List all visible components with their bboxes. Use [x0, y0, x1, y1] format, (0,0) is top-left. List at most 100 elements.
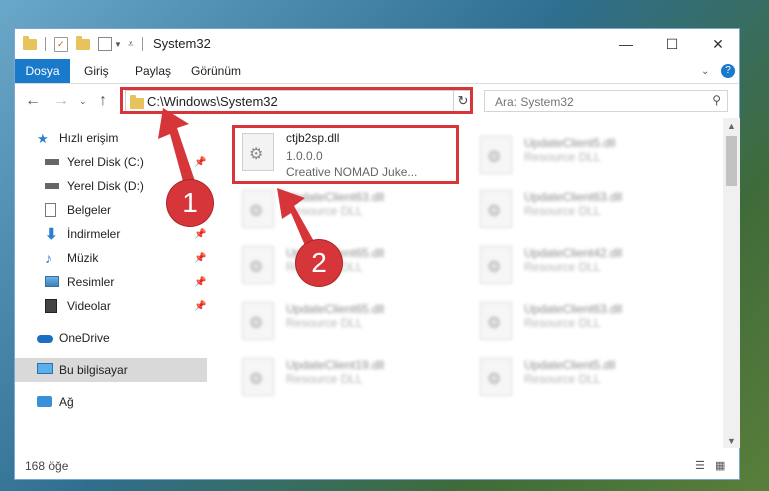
folder-icon[interactable] [23, 35, 37, 50]
sidebar-item-videos[interactable]: Videolar 📌 [15, 294, 207, 318]
maximize-button[interactable]: ☐ [649, 29, 695, 59]
pin-icon[interactable]: 📌 [194, 301, 206, 312]
file-item[interactable]: ⚙ UpdateClient65.dll Resource DLL [234, 294, 456, 350]
file-item[interactable]: ⚙ UpdateClient65.dll Resource DLL [234, 238, 456, 294]
sidebar-item-onedrive[interactable]: OneDrive [15, 326, 207, 350]
search-icon[interactable]: ⚲ [712, 93, 721, 107]
tab-file[interactable]: Dosya [15, 59, 70, 83]
large-icons-view-icon[interactable]: ▦ [715, 459, 729, 473]
sidebar-item-label: Yerel Disk (D:) [67, 179, 144, 193]
dll-file-icon: ⚙ [242, 358, 274, 396]
file-item[interactable]: ⚙ UpdateClient5.dll Resource DLL [472, 128, 694, 184]
vertical-scrollbar[interactable]: ▲ ▼ [723, 118, 740, 448]
chevron-down-icon[interactable]: ▼ [114, 40, 122, 49]
dll-file-icon: ⚙ [480, 246, 512, 284]
sidebar-item-network[interactable]: Ağ [15, 390, 207, 414]
minimize-button[interactable]: — [603, 29, 649, 59]
tab-share[interactable]: Paylaş [135, 59, 171, 83]
file-type: Resource DLL [524, 316, 601, 330]
file-type: Resource DLL [524, 150, 601, 164]
sidebar-item-label: Hızlı erişim [59, 131, 119, 145]
cloud-icon [37, 335, 53, 343]
scrollbar-thumb[interactable] [726, 136, 737, 186]
network-icon [37, 396, 52, 407]
tab-view[interactable]: Görünüm [191, 59, 241, 83]
search-box[interactable]: ⚲ [484, 90, 728, 112]
file-name: UpdateClient5.dll [524, 358, 616, 372]
sidebar-item-label: Yerel Disk (C:) [67, 155, 144, 169]
sidebar-item-label: Bu bilgisayar [59, 363, 128, 377]
file-name: UpdateClient63.dll [524, 190, 623, 204]
sidebar-item-downloads[interactable]: ⬇ İndirmeler 📌 [15, 222, 207, 246]
pin-icon[interactable]: 📌 [194, 253, 206, 264]
close-button[interactable]: ✕ [695, 29, 741, 59]
up-arrow-icon[interactable]: ↑ [99, 92, 107, 110]
dll-file-icon: ⚙ [480, 358, 512, 396]
dll-file-icon: ⚙ [242, 190, 274, 228]
sidebar-item-quick-access[interactable]: ★ Hızlı erişim [15, 126, 207, 150]
sidebar-item-this-pc[interactable]: Bu bilgisayar [15, 358, 207, 382]
file-type: Resource DLL [524, 372, 601, 386]
details-view-icon[interactable]: ☰ [695, 459, 709, 473]
file-name: UpdateClient19.dll [286, 358, 385, 372]
gear-icon: ⚙ [487, 315, 502, 332]
dll-file-icon: ⚙ [480, 302, 512, 340]
star-icon: ★ [37, 131, 49, 146]
pin-icon[interactable]: 📌 [194, 229, 206, 240]
file-name: UpdateClient63.dll [524, 302, 623, 316]
videos-icon [45, 299, 57, 313]
dll-file-icon: ⚙ [242, 302, 274, 340]
forward-arrow-icon[interactable]: → [53, 92, 69, 110]
file-item[interactable]: ⚙ UpdateClient63.dll Resource DLL [234, 182, 456, 238]
customize-toolbar-icon[interactable]: ⩡ [128, 39, 134, 50]
file-highlight-box [232, 125, 459, 184]
file-item[interactable]: ⚙ UpdateClient63.dll Resource DLL [472, 182, 694, 238]
file-item[interactable]: ⚙ UpdateClient42.dll Resource DLL [472, 238, 694, 294]
tab-home[interactable]: Giriş [84, 59, 109, 83]
gear-icon: ⚙ [249, 371, 264, 388]
new-folder-icon[interactable] [76, 35, 90, 50]
file-type: Resource DLL [286, 372, 363, 386]
gear-icon: ⚙ [249, 259, 264, 276]
file-type: Resource DLL [524, 204, 601, 218]
recent-locations-chevron-icon[interactable]: ⌄ [79, 96, 87, 107]
computer-icon [37, 363, 53, 374]
file-item[interactable]: ⚙ UpdateClient19.dll Resource DLL [234, 350, 456, 406]
step-badge-1: 1 [167, 180, 213, 226]
sidebar-item-label: Ağ [59, 395, 74, 409]
file-item[interactable]: ⚙ UpdateClient63.dll Resource DLL [472, 294, 694, 350]
scroll-down-icon[interactable]: ▼ [727, 436, 736, 446]
drive-icon [45, 159, 59, 165]
gear-icon: ⚙ [487, 259, 502, 276]
file-name: UpdateClient63.dll [286, 190, 385, 204]
download-icon: ⬇ [45, 226, 58, 243]
address-highlight-box [120, 87, 473, 114]
dll-file-icon: ⚙ [242, 246, 274, 284]
file-type: Resource DLL [286, 204, 363, 218]
file-item[interactable]: ⚙ UpdateClient5.dll Resource DLL [472, 350, 694, 406]
sidebar-item-label: Resimler [67, 275, 115, 289]
divider [45, 37, 46, 51]
expand-ribbon-icon[interactable]: ⌄ [701, 59, 709, 83]
gear-icon: ⚙ [249, 315, 264, 332]
documents-icon [45, 203, 56, 217]
sidebar-item-music[interactable]: ♪ Müzik 📌 [15, 246, 207, 270]
properties-icon[interactable]: ✓ [54, 36, 68, 52]
sidebar-item-label: Belgeler [67, 203, 112, 217]
navigation-pane: ★ Hızlı erişim Yerel Disk (C:) 📌 Yerel D… [15, 118, 207, 448]
sidebar-item-pictures[interactable]: Resimler 📌 [15, 270, 207, 294]
item-count: 168 öğe [25, 459, 69, 473]
sidebar-item-local-disk-c[interactable]: Yerel Disk (C:) 📌 [15, 150, 207, 174]
file-name: UpdateClient65.dll [286, 302, 385, 316]
dll-file-icon: ⚙ [480, 190, 512, 228]
back-arrow-icon[interactable]: ← [25, 92, 41, 110]
search-input[interactable] [493, 94, 697, 110]
pictures-icon [45, 276, 59, 287]
pin-icon[interactable]: 📌 [194, 277, 206, 288]
gear-icon: ⚙ [487, 371, 502, 388]
status-bar: 168 öğe ☰ ▦ [15, 455, 739, 479]
scroll-up-icon[interactable]: ▲ [727, 121, 736, 131]
help-icon[interactable]: ? [721, 59, 735, 83]
view-options-icon[interactable] [98, 37, 112, 51]
pin-icon[interactable]: 📌 [194, 157, 206, 168]
